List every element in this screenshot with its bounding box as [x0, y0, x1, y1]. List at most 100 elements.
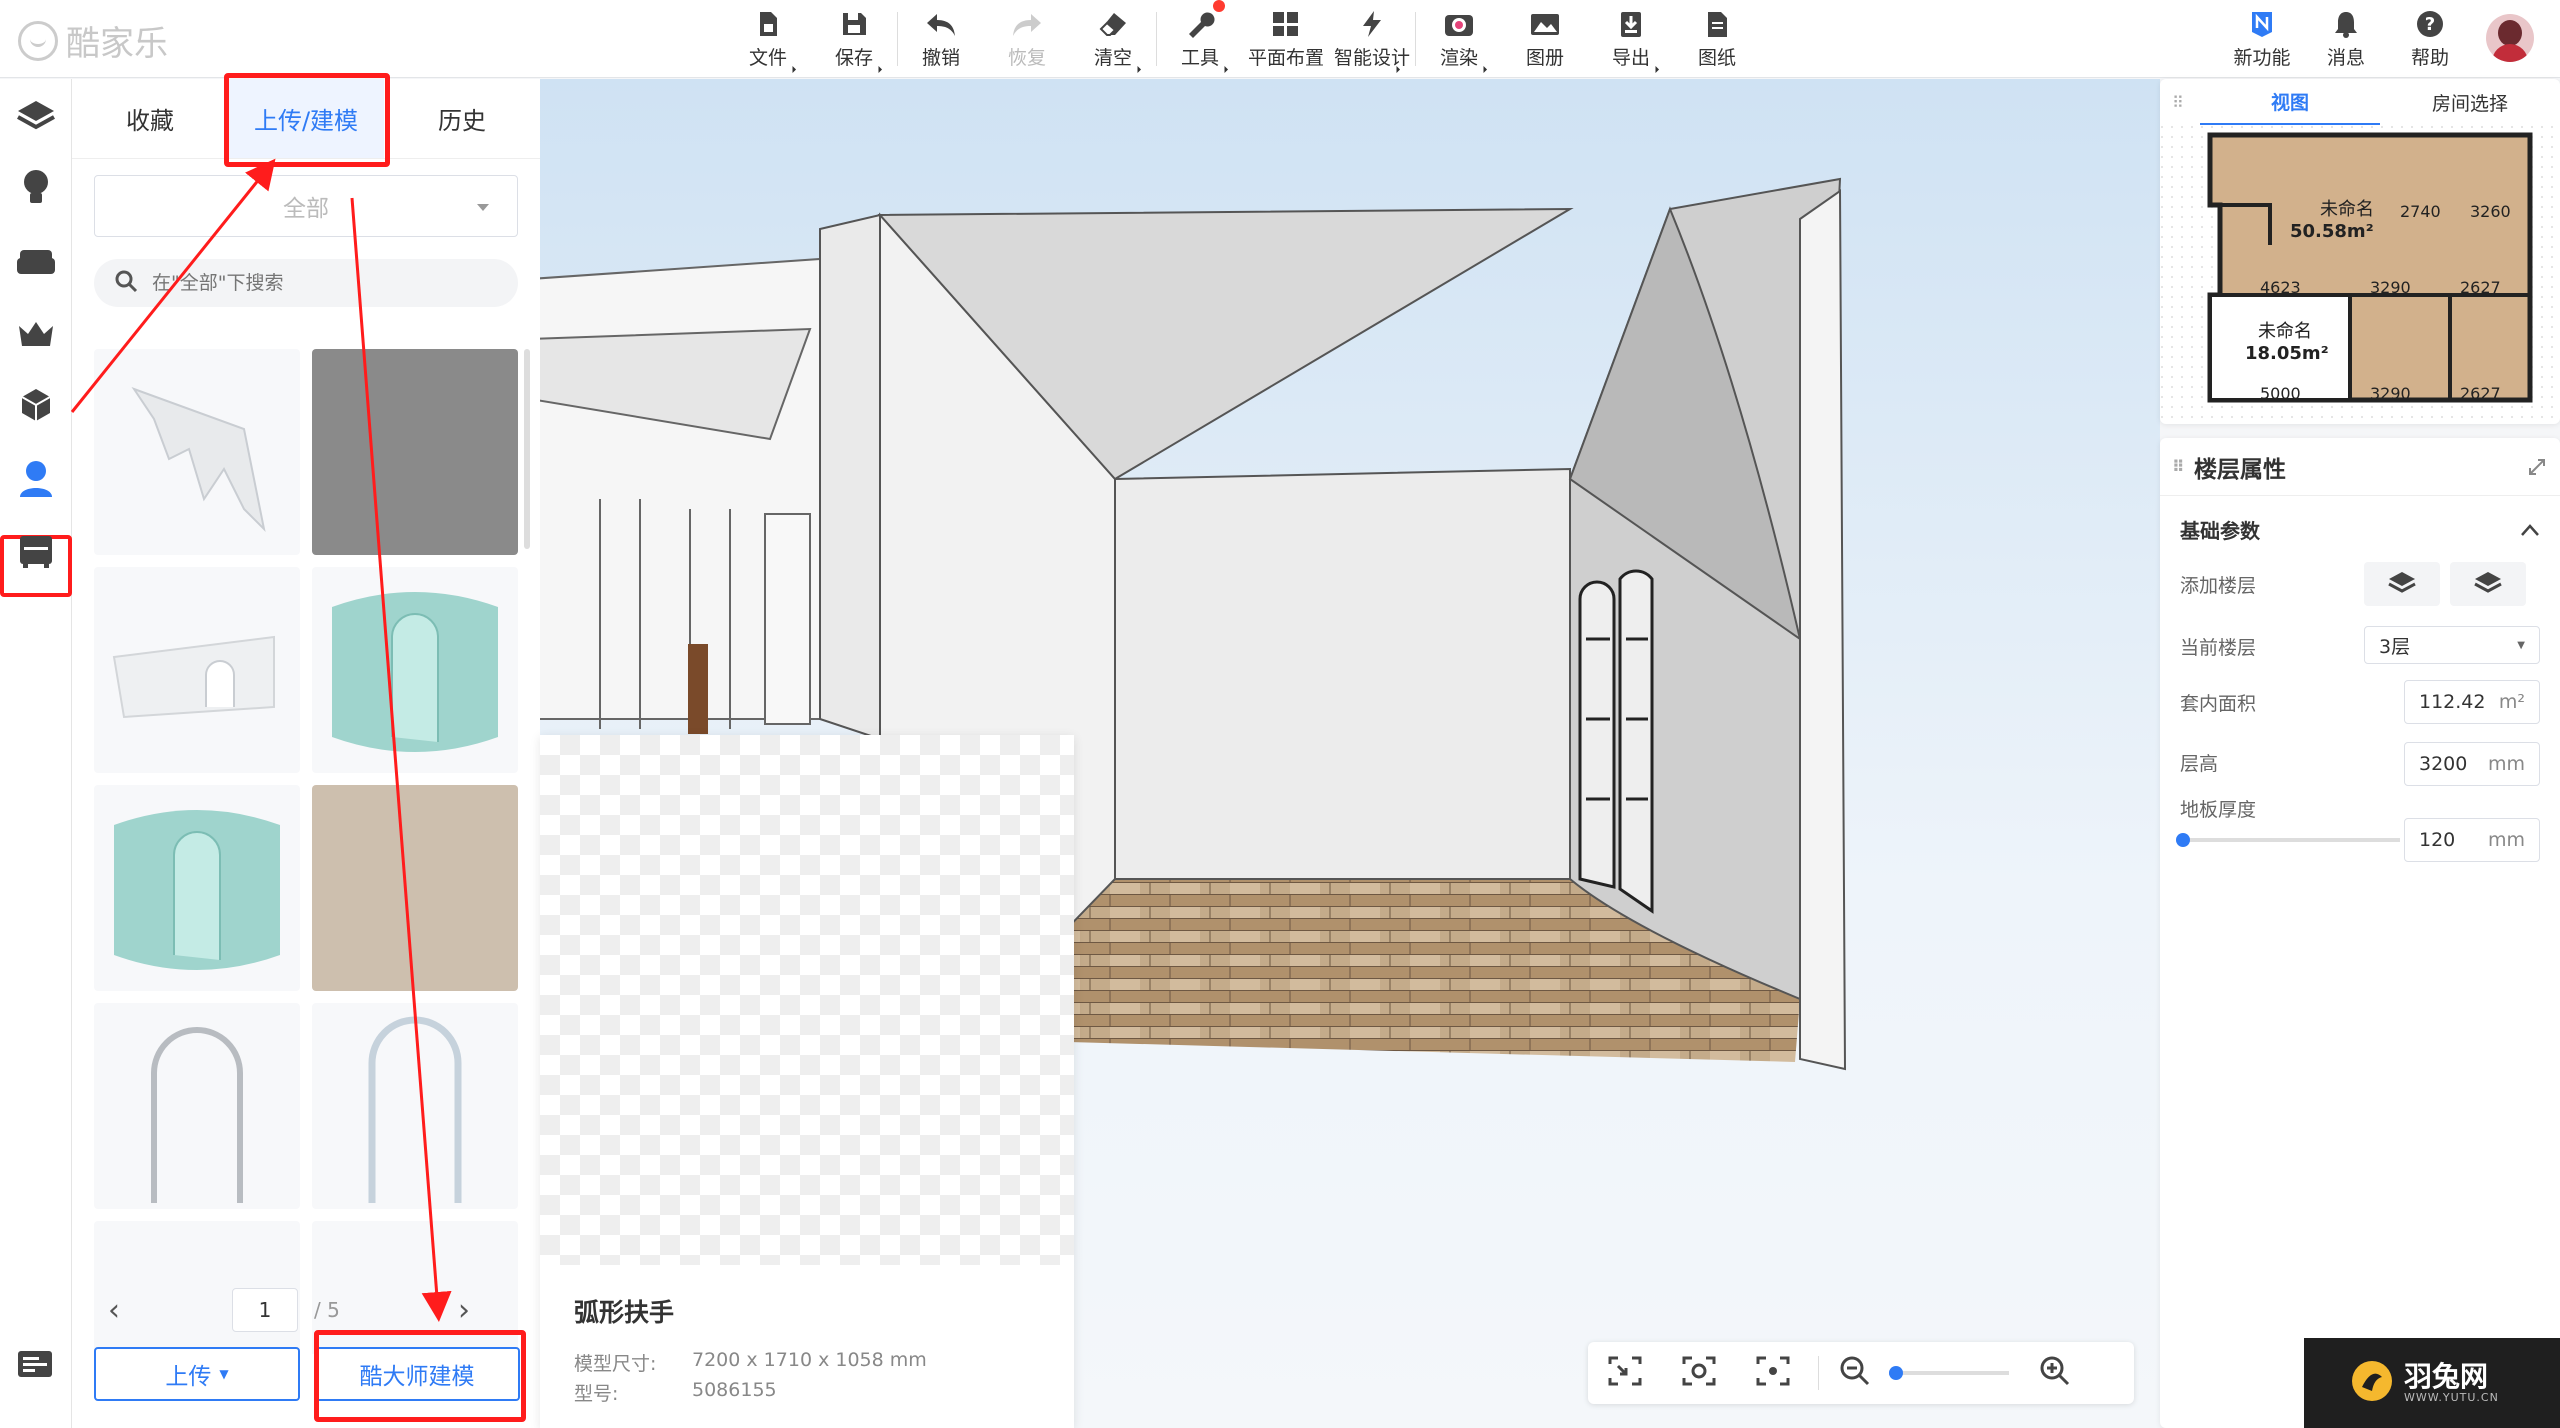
dim-label: 3260 — [2470, 202, 2511, 221]
clear-button[interactable]: 清空 — [1070, 0, 1156, 78]
album-button[interactable]: 图册 — [1502, 0, 1588, 78]
zoom-slider[interactable] — [1889, 1366, 2009, 1380]
model-card[interactable] — [312, 567, 518, 773]
camera-icon — [1443, 9, 1475, 39]
app-logo[interactable]: 酷家乐 — [18, 16, 168, 65]
floor-plan-button[interactable]: 平面布置 — [1243, 0, 1329, 78]
new-feature-icon — [2249, 9, 2275, 39]
logo-icon — [18, 20, 58, 61]
zoom-out-button[interactable] — [1827, 1342, 1883, 1404]
sidebar-item-premium[interactable] — [14, 315, 58, 359]
area-value: 112.42 — [2419, 691, 2486, 713]
model-card[interactable] — [312, 785, 518, 991]
undo-button[interactable]: 撤销 — [898, 0, 984, 78]
new-feature-button[interactable]: 新功能 — [2220, 0, 2304, 78]
layers-icon — [16, 97, 56, 137]
chevron-left-icon: ‹ — [108, 1292, 120, 1328]
notification-dot — [1213, 0, 1225, 12]
sidebar-collapse-button[interactable] — [16, 1347, 54, 1385]
model-preview-card: 弧形扶手 模型尺寸: 7200 x 1710 x 1058 mm 型号: 508… — [540, 735, 1074, 1428]
help-button[interactable]: ? 帮助 — [2388, 0, 2472, 78]
thickness-slider-handle[interactable] — [2176, 833, 2190, 847]
current-floor-value: 3层 — [2379, 635, 2411, 658]
drag-handle-icon[interactable]: ⠿ — [2172, 93, 2184, 112]
zoom-in-button[interactable] — [2015, 1342, 2095, 1404]
watermark-title: 羽兔网 — [2404, 1359, 2489, 1393]
drawing-icon — [1705, 9, 1729, 39]
messages-button[interactable]: 消息 — [2304, 0, 2388, 78]
highlight-box — [314, 1330, 526, 1422]
sidebar-item-lighting[interactable] — [14, 167, 58, 211]
view-settings-button[interactable] — [1662, 1342, 1736, 1404]
dim-label: 4623 — [2260, 278, 2301, 297]
sidebar-item-hard-decoration[interactable] — [14, 95, 58, 139]
highlight-box — [224, 73, 390, 167]
fit-view-button[interactable] — [1588, 1342, 1662, 1404]
thickness-label: 地板厚度 — [2180, 798, 2257, 821]
top-right-actions: 新功能 消息 ? 帮助 — [2220, 0, 2560, 78]
render-button[interactable]: 渲染 — [1416, 0, 1502, 78]
panel-scrollbar[interactable] — [524, 349, 530, 549]
layout-icon — [1271, 9, 1301, 39]
height-input[interactable]: 3200 mm — [2404, 742, 2540, 786]
model-card[interactable] — [94, 785, 300, 991]
properties-header: ⠿ 楼层属性 — [2160, 438, 2560, 496]
smart-design-button[interactable]: 智能设计 — [1329, 0, 1415, 78]
sidebar-item-furniture[interactable] — [14, 241, 58, 285]
model-card[interactable] — [94, 349, 300, 555]
user-avatar[interactable] — [2486, 14, 2534, 62]
top-toolbar: 酷家乐 文件 保存 撤销 恢复 清空 工具 平面布置 智能设计 渲染 图册 导出… — [0, 0, 2560, 78]
current-floor-label: 当前楼层 — [2180, 636, 2257, 659]
redo-button[interactable]: 恢复 — [984, 0, 1070, 78]
add-floor-above-button[interactable] — [2364, 562, 2440, 606]
upload-button[interactable]: 上传 ▼ — [94, 1347, 300, 1401]
thickness-value: 120 — [2419, 829, 2456, 851]
upload-model-panel: 收藏 上传/建模 历史 全部 在"全部"下搜索 ‹ 1 / 5 › 上传 ▼ 酷… — [72, 73, 540, 1428]
save-button[interactable]: 保存 — [811, 0, 897, 78]
model-card[interactable] — [94, 567, 300, 773]
sidebar-item-cabinet[interactable] — [14, 531, 58, 575]
export-button[interactable]: 导出 — [1588, 0, 1674, 78]
tab-history[interactable]: 历史 — [384, 79, 540, 158]
page-number-input[interactable] — [232, 1288, 298, 1332]
zoom-slider-handle[interactable] — [1889, 1366, 1903, 1380]
expand-icon[interactable] — [2528, 456, 2546, 482]
main-tools: 文件 保存 撤销 恢复 清空 工具 平面布置 智能设计 渲染 图册 导出 图纸 — [725, 0, 1760, 78]
floor-plan[interactable]: 未命名 50.58m² 未命名 18.05m² 4623 3290 2627 5… — [2160, 125, 2560, 424]
section-title: 基础参数 — [2180, 518, 2260, 543]
crown-icon — [16, 318, 56, 356]
basic-params-section[interactable]: 基础参数 — [2160, 496, 2560, 562]
tab-room-select[interactable]: 房间选择 — [2380, 79, 2560, 125]
pagination: ‹ / 5 › — [94, 1287, 518, 1333]
search-bar — [94, 259, 518, 307]
drawings-button[interactable]: 图纸 — [1674, 0, 1760, 78]
layers-plus-icon — [2387, 570, 2417, 598]
drag-handle-icon[interactable]: ⠿ — [2172, 457, 2185, 476]
tools-button[interactable]: 工具 — [1157, 0, 1243, 78]
model-card[interactable] — [94, 1003, 300, 1209]
focus-button[interactable] — [1736, 1342, 1810, 1404]
wrench-icon — [1185, 9, 1215, 39]
left-icon-bar — [0, 79, 72, 1428]
tab-view[interactable]: 视图 — [2200, 79, 2380, 125]
thickness-slider[interactable] — [2176, 833, 2400, 847]
next-page-button[interactable]: › — [444, 1290, 484, 1330]
chevron-down-icon — [477, 204, 489, 211]
sidebar-item-my[interactable] — [14, 459, 58, 503]
model-card[interactable] — [312, 349, 518, 555]
sidebar-item-model[interactable] — [14, 385, 58, 429]
watermark-subtitle: WWW.YUTU.CN — [2404, 1390, 2499, 1404]
properties-title: 楼层属性 — [2194, 456, 2286, 483]
model-card[interactable] — [312, 1003, 518, 1209]
zoom-out-icon — [1839, 1355, 1871, 1391]
previous-page-button[interactable]: ‹ — [94, 1290, 134, 1330]
current-floor-select[interactable]: 3层 ▼ — [2364, 626, 2540, 664]
category-dropdown[interactable]: 全部 — [94, 175, 518, 237]
thickness-input[interactable]: 120 mm — [2404, 818, 2540, 862]
preview-image — [540, 735, 1074, 1265]
search-input[interactable] — [152, 272, 482, 294]
add-floor-below-button[interactable] — [2450, 562, 2526, 606]
file-button[interactable]: 文件 — [725, 0, 811, 78]
model-label: 型号: — [574, 1383, 619, 1405]
tab-favorites[interactable]: 收藏 — [72, 79, 228, 158]
